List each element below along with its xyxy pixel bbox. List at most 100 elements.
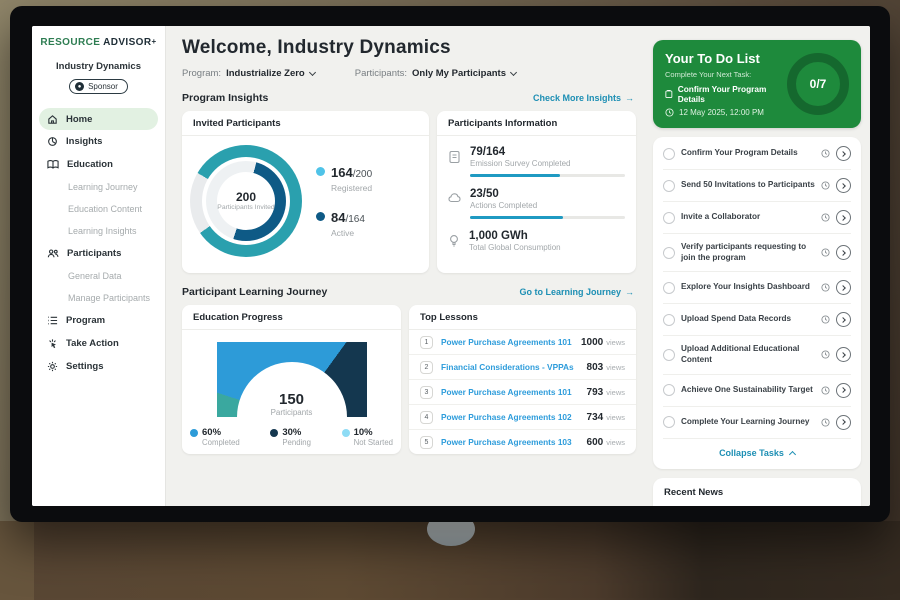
task-clock-icon	[821, 213, 830, 222]
sidebar-item-manage-participants[interactable]: Manage Participants	[32, 287, 165, 309]
sidebar-item-label: Education Content	[68, 204, 142, 214]
sidebar-item-program[interactable]: Program	[32, 309, 165, 332]
lesson-views: 793	[587, 387, 604, 398]
sidebar-item-learning-journey[interactable]: Learning Journey	[32, 176, 165, 198]
task-checkbox[interactable]	[663, 247, 675, 259]
donut-center-value: 200	[236, 190, 256, 204]
task-open-button[interactable]	[836, 415, 851, 430]
education-progress-body: 150 Participants 60% Completed	[182, 330, 401, 451]
learning-journey-title: Participant Learning Journey	[182, 286, 327, 298]
task-row-verify-participants[interactable]: Verify participants requesting to join t…	[663, 234, 851, 272]
global-consumption-label: Total Global Consumption	[469, 243, 625, 252]
actions-icon	[448, 192, 461, 204]
todo-due-date: 12 May 2025, 12:00 PM	[665, 108, 779, 117]
sidebar-item-learning-insights[interactable]: Learning Insights	[32, 220, 165, 242]
clock-icon	[665, 108, 674, 117]
chevron-right-icon	[840, 317, 846, 323]
lesson-link[interactable]: Power Purchase Agreements 103	[441, 437, 587, 447]
sidebar-program-name: Industry Dynamics	[32, 61, 165, 72]
sidebar-item-label: Insights	[66, 136, 102, 147]
sidebar-item-settings[interactable]: Settings	[32, 355, 165, 378]
chevron-right-icon	[840, 285, 846, 291]
task-row-upload-educational-content[interactable]: Upload Additional Educational Content	[663, 336, 851, 374]
sidebar-item-education-content[interactable]: Education Content	[32, 198, 165, 220]
go-to-learning-journey-link[interactable]: Go to Learning Journey →	[519, 287, 634, 297]
task-label: Verify participants requesting to join t…	[681, 242, 815, 263]
sidebar-nav: Home Insights Education Learning Journey…	[32, 108, 165, 378]
task-row-invite-collaborator[interactable]: Invite a Collaborator	[663, 202, 851, 234]
task-row-upload-spend-data[interactable]: Upload Spend Data Records	[663, 304, 851, 336]
sponsor-badge[interactable]: ● Sponsor	[69, 79, 128, 94]
task-open-button[interactable]	[836, 312, 851, 327]
lesson-link[interactable]: Power Purchase Agreements 102	[441, 412, 587, 422]
task-checkbox[interactable]	[663, 384, 675, 396]
task-row-complete-learning-journey[interactable]: Complete Your Learning Journey	[663, 407, 851, 439]
sidebar-item-general-data[interactable]: General Data	[32, 265, 165, 287]
task-row-achieve-target[interactable]: Achieve One Sustainability Target	[663, 375, 851, 407]
check-more-insights-link[interactable]: Check More Insights →	[533, 93, 634, 103]
sidebar-item-label: Learning Journey	[68, 182, 138, 192]
check-more-insights-label: Check More Insights	[533, 93, 621, 103]
task-label: Confirm Your Program Details	[681, 148, 815, 159]
lesson-rank: 1	[420, 336, 433, 349]
task-checkbox[interactable]	[663, 349, 675, 361]
task-row-confirm-program[interactable]: Confirm Your Program Details	[663, 138, 851, 170]
sidebar-item-home[interactable]: Home	[39, 108, 158, 130]
sidebar-item-insights[interactable]: Insights	[32, 130, 165, 153]
lesson-row: 2 Financial Considerations - VPPAs 803 v…	[409, 355, 636, 380]
sidebar-item-education[interactable]: Education	[32, 153, 165, 176]
task-checkbox[interactable]	[663, 180, 675, 192]
task-checkbox[interactable]	[663, 148, 675, 160]
task-open-button[interactable]	[836, 280, 851, 295]
legend-dot	[270, 429, 278, 437]
lesson-row: 5 Power Purchase Agreements 103 600 view…	[409, 430, 636, 454]
sidebar-item-label: Participants	[67, 248, 121, 259]
lesson-link[interactable]: Power Purchase Agreements 101	[441, 387, 587, 397]
lesson-views: 803	[587, 362, 604, 373]
chevron-right-icon	[840, 151, 846, 157]
recent-news-title: Recent News	[664, 487, 850, 506]
task-open-button[interactable]	[836, 245, 851, 260]
participants-information-card: Participants Information 79/164 Emission…	[437, 111, 636, 273]
program-filter-select[interactable]: Industrialize Zero	[226, 68, 315, 79]
gauge-center-label: Participants	[217, 408, 367, 417]
invited-participants-card-title: Invited Participants	[182, 111, 429, 136]
lesson-link[interactable]: Financial Considerations - VPPAs	[441, 362, 587, 372]
insights-cards-row: Invited Participants 200 Participants In…	[182, 111, 636, 273]
participants-filter-label: Participants:	[355, 68, 407, 79]
sidebar-item-participants[interactable]: Participants	[32, 242, 165, 265]
participants-filter-select[interactable]: Only My Participants	[412, 68, 516, 79]
pending-pct: 30%	[282, 427, 311, 438]
task-open-button[interactable]	[836, 146, 851, 161]
task-checkbox[interactable]	[663, 314, 675, 326]
collapse-tasks-button[interactable]: Collapse Tasks	[663, 439, 851, 468]
page-title: Welcome, Industry Dynamics	[182, 37, 636, 59]
lesson-rank: 4	[420, 411, 433, 424]
education-progress-card: Education Progress 150 Participants	[182, 305, 401, 454]
task-open-button[interactable]	[836, 210, 851, 225]
consumption-icon	[448, 234, 460, 248]
registered-label: Registered	[331, 183, 372, 193]
sidebar: RESOURCE ADVISOR+ Industry Dynamics ● Sp…	[32, 26, 166, 506]
participants-information-card-title: Participants Information	[437, 111, 636, 136]
recent-news-card: Recent News	[653, 478, 861, 506]
active-value: 84	[331, 210, 345, 225]
task-open-button[interactable]	[836, 383, 851, 398]
go-to-learning-journey-label: Go to Learning Journey	[519, 287, 621, 297]
invited-participants-body: 200 Participants Invited 164/200 Registe…	[182, 136, 429, 266]
task-open-button[interactable]	[836, 178, 851, 193]
registered-total: /200	[353, 169, 372, 180]
sidebar-item-take-action[interactable]: Take Action	[32, 332, 165, 355]
program-insights-header: Program Insights Check More Insights →	[182, 92, 636, 104]
task-open-button[interactable]	[836, 347, 851, 362]
task-checkbox[interactable]	[663, 282, 675, 294]
chevron-right-icon	[840, 183, 846, 189]
task-checkbox[interactable]	[663, 212, 675, 224]
task-row-send-invitations[interactable]: Send 50 Invitations to Participants	[663, 170, 851, 202]
task-checkbox[interactable]	[663, 416, 675, 428]
program-filter-value: Industrialize Zero	[226, 68, 305, 79]
task-clock-icon	[821, 248, 830, 257]
lesson-views-suffix: views	[606, 388, 625, 397]
task-row-explore-insights[interactable]: Explore Your Insights Dashboard	[663, 272, 851, 304]
lesson-link[interactable]: Power Purchase Agreements 101	[441, 337, 581, 347]
